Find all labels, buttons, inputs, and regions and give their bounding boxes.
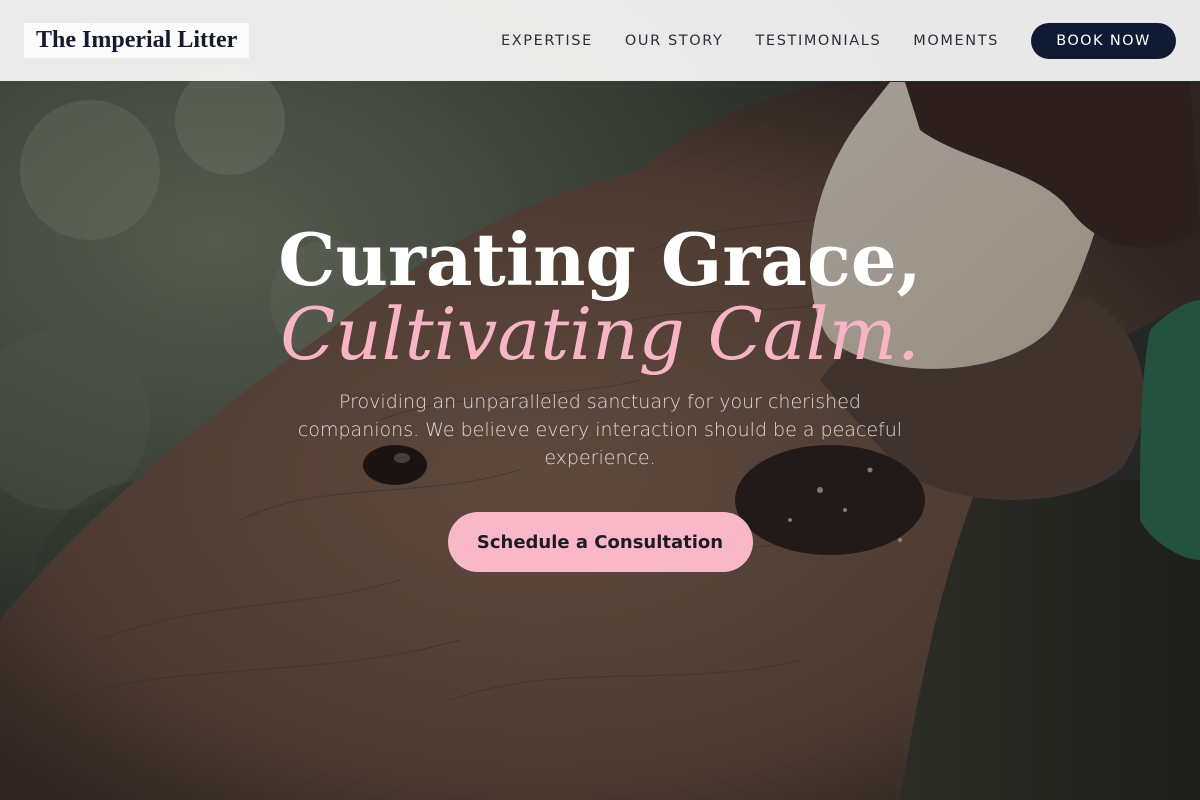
- hero-subtext: Providing an unparalleled sanctuary for …: [297, 391, 903, 469]
- nav-link-moments[interactable]: MOMENTS: [913, 33, 999, 49]
- hero-headline-line1: Curating Grace,: [278, 217, 922, 302]
- book-now-button[interactable]: BOOK NOW: [1031, 22, 1176, 59]
- schedule-consultation-button[interactable]: Schedule a Consultation: [447, 512, 753, 572]
- nav-link-our-story[interactable]: OUR STORY: [625, 33, 724, 49]
- hero-headline-line2: Cultivating Calm.: [280, 292, 920, 376]
- main-nav: EXPERTISE OUR STORY TESTIMONIALS MOMENTS…: [501, 22, 1176, 59]
- hero-section: Curating Grace, Cultivating Calm. Provid…: [0, 218, 1200, 572]
- brand-logo[interactable]: The Imperial Litter: [24, 23, 250, 58]
- site-header: The Imperial Litter EXPERTISE OUR STORY …: [0, 0, 1200, 81]
- nav-link-testimonials[interactable]: TESTIMONIALS: [755, 33, 881, 49]
- landing-page: The Imperial Litter EXPERTISE OUR STORY …: [0, 0, 1200, 800]
- nav-link-expertise[interactable]: EXPERTISE: [501, 33, 593, 49]
